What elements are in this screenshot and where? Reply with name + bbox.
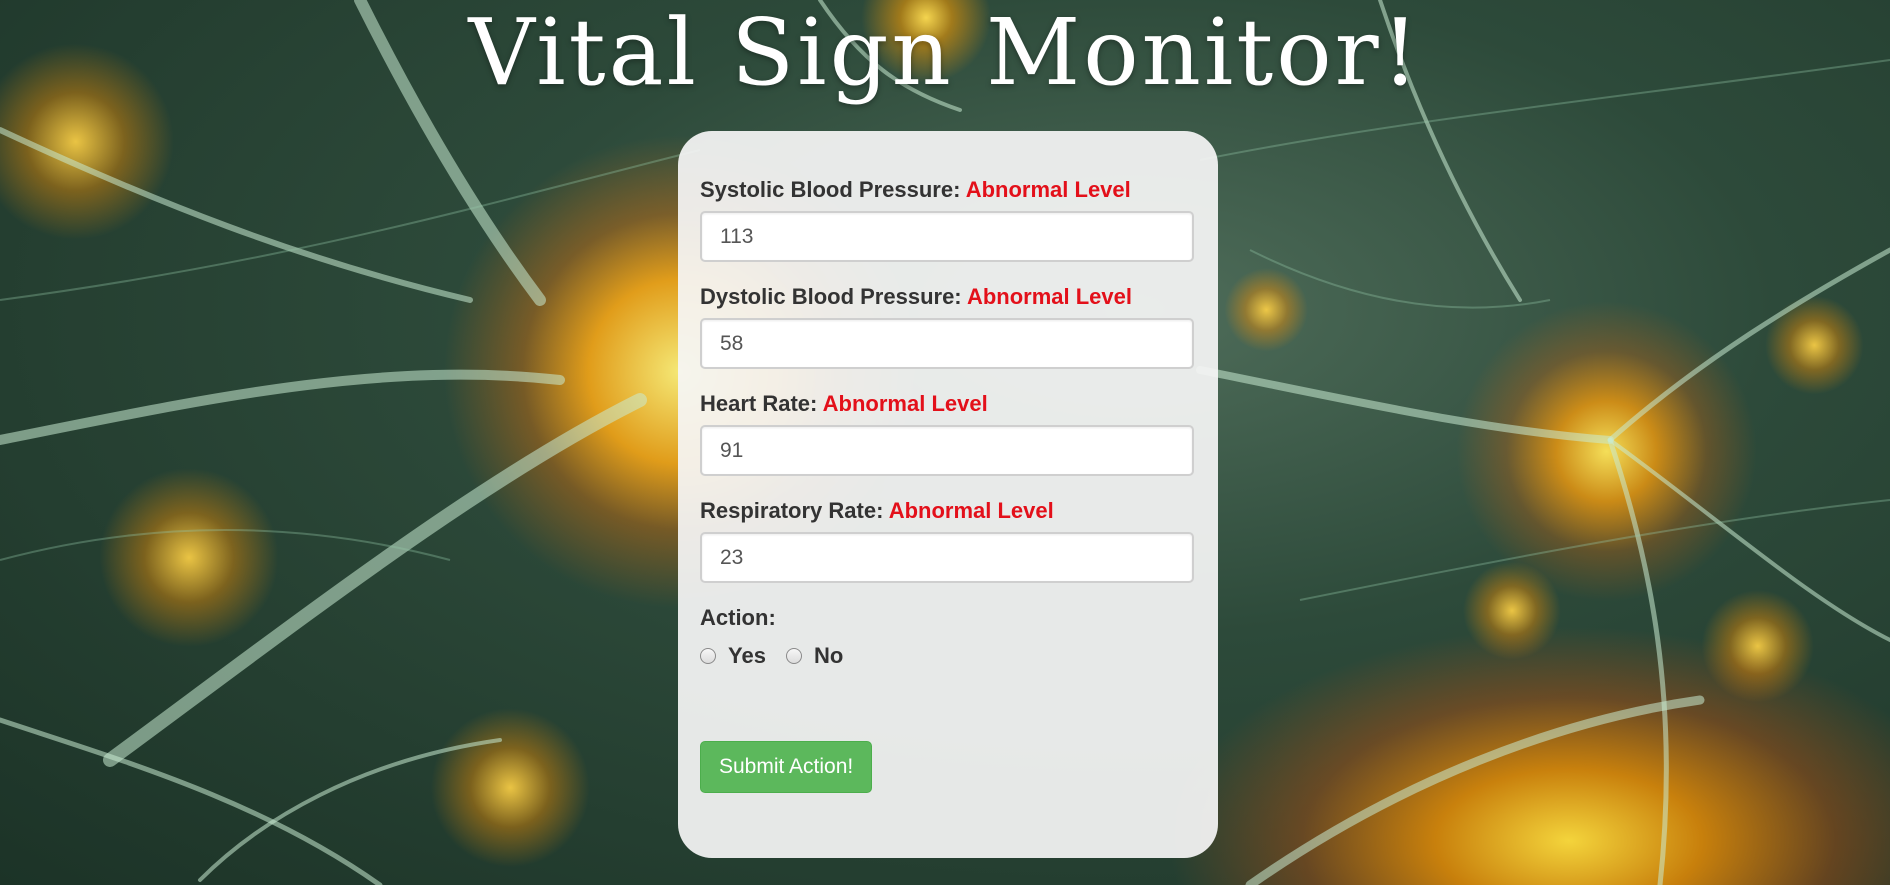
- action-yes-radio[interactable]: [700, 648, 716, 664]
- systolic-label-text: Systolic Blood Pressure:: [700, 177, 961, 202]
- diastolic-field: Dystolic Blood Pressure: Abnormal Level: [700, 282, 1196, 369]
- diastolic-label-text: Dystolic Blood Pressure:: [700, 284, 962, 309]
- heart-rate-input[interactable]: [700, 425, 1194, 476]
- respiratory-rate-label: Respiratory Rate: Abnormal Level: [700, 496, 1196, 526]
- action-label: Action:: [700, 605, 776, 630]
- heart-rate-label-text: Heart Rate:: [700, 391, 818, 416]
- respiratory-rate-label-text: Respiratory Rate:: [700, 498, 884, 523]
- action-no-radio[interactable]: [785, 648, 802, 664]
- submit-action-button[interactable]: Submit Action!: [700, 741, 873, 793]
- page-title: Vital Sign Monitor!: [468, 0, 1422, 106]
- respiratory-rate-status: Abnormal Level: [888, 498, 1054, 523]
- systolic-input[interactable]: [700, 211, 1194, 262]
- respiratory-rate-input[interactable]: [700, 532, 1194, 583]
- systolic-label: Systolic Blood Pressure: Abnormal Level: [700, 175, 1196, 205]
- action-no-option[interactable]: No: [785, 643, 844, 669]
- heart-rate-label: Heart Rate: Abnormal Level: [700, 389, 1196, 419]
- action-yes-label: Yes: [728, 643, 766, 668]
- heart-rate-status: Abnormal Level: [822, 391, 988, 416]
- respiratory-rate-field: Respiratory Rate: Abnormal Level: [700, 496, 1196, 583]
- action-radio-group: Yes No: [700, 641, 1196, 671]
- vital-signs-form-panel: Systolic Blood Pressure: Abnormal Level …: [678, 131, 1218, 858]
- diastolic-input[interactable]: [700, 318, 1194, 369]
- systolic-status: Abnormal Level: [965, 177, 1131, 202]
- diastolic-status: Abnormal Level: [966, 284, 1132, 309]
- action-yes-option[interactable]: Yes: [700, 643, 766, 669]
- systolic-field: Systolic Blood Pressure: Abnormal Level: [700, 175, 1196, 262]
- diastolic-label: Dystolic Blood Pressure: Abnormal Level: [700, 282, 1196, 312]
- action-no-label: No: [813, 643, 844, 668]
- heart-rate-field: Heart Rate: Abnormal Level: [700, 389, 1196, 476]
